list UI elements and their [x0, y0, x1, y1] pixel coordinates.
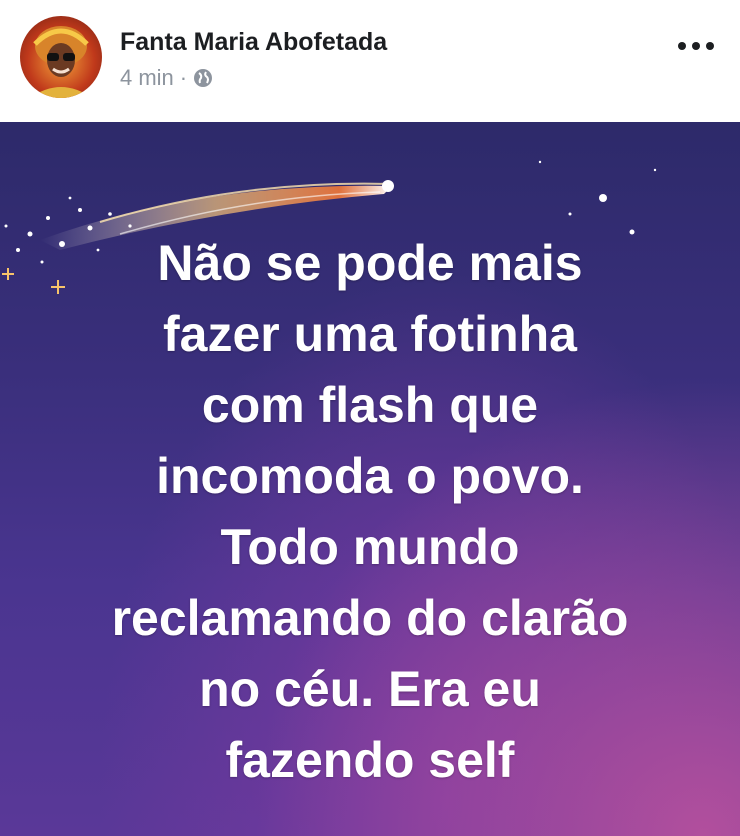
post-text-line: reclamando do clarão: [111, 590, 629, 646]
meta-separator: ·: [179, 65, 188, 90]
post-header: Fanta Maria Abofetada 4 min ·: [0, 0, 740, 122]
timestamp[interactable]: 4 min: [120, 65, 174, 91]
post-text-line: fazendo self: [225, 732, 515, 788]
more-dot: [692, 42, 700, 50]
post-text-line: Todo mundo: [220, 519, 520, 575]
more-options-icon[interactable]: [678, 36, 714, 56]
facebook-post: Fanta Maria Abofetada 4 min · Não se pod…: [0, 0, 740, 836]
post-text-line: incomoda o povo.: [156, 448, 584, 504]
post-meta: 4 min ·: [120, 65, 213, 91]
post-text-line: Não se pode mais: [157, 235, 583, 291]
post-background[interactable]: Não se pode mais fazer uma fotinha com f…: [0, 122, 740, 836]
post-text-line: fazer uma fotinha: [163, 306, 577, 362]
avatar-image: [30, 26, 92, 98]
post-text-line: com flash que: [201, 377, 539, 433]
more-dot: [706, 42, 714, 50]
more-dot: [678, 42, 686, 50]
post-text: Não se pode mais fazer uma fotinha com f…: [20, 228, 720, 796]
globe-icon[interactable]: [193, 68, 213, 88]
avatar[interactable]: [20, 16, 102, 98]
author-name[interactable]: Fanta Maria Abofetada: [120, 28, 387, 57]
post-text-line: no céu. Era eu: [199, 661, 541, 717]
